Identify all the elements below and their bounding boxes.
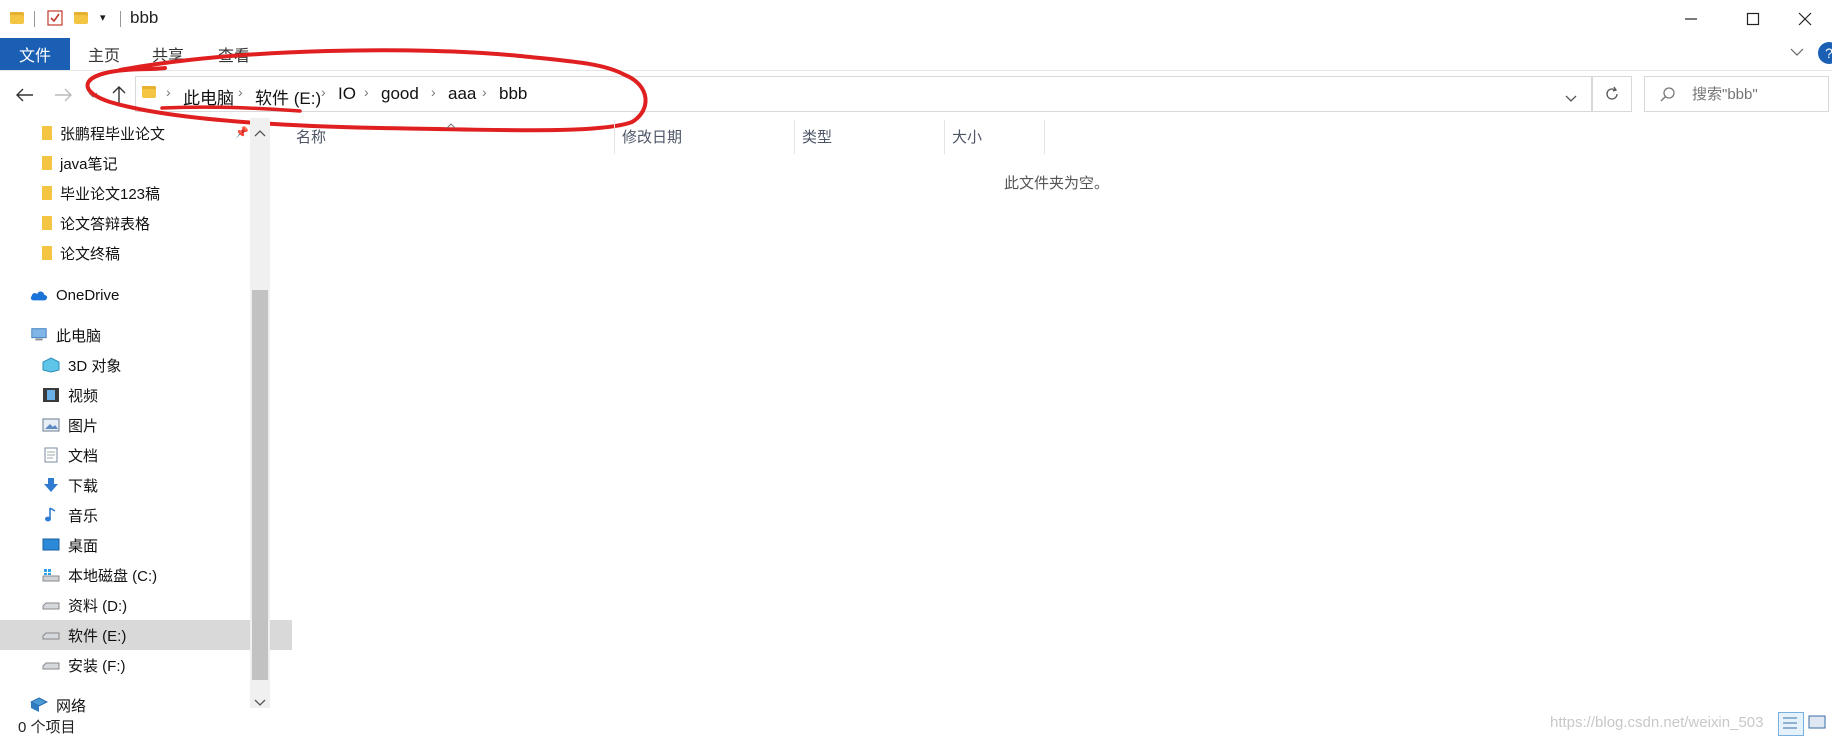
details-view-button[interactable] bbox=[1778, 712, 1804, 736]
film-icon bbox=[43, 388, 59, 402]
sidebar-item-label: 此电脑 bbox=[56, 327, 102, 345]
sidebar-item-label: java笔记 bbox=[60, 155, 118, 173]
sidebar-item-label: 3D 对象 bbox=[68, 357, 122, 375]
sort-indicator-icon bbox=[446, 116, 456, 134]
sidebar-item-pictures[interactable]: 图片 bbox=[0, 410, 292, 440]
desktop-icon bbox=[42, 538, 60, 551]
column-divider[interactable] bbox=[794, 120, 795, 154]
status-item-count: 0 个项目 bbox=[18, 719, 76, 736]
details-view-icon bbox=[1783, 717, 1797, 729]
windows-drive-icon bbox=[42, 569, 60, 582]
column-date-modified[interactable]: 修改日期 bbox=[622, 118, 682, 154]
sidebar-item-drive-e[interactable]: 软件 (E:) bbox=[0, 620, 292, 650]
scroll-down-icon[interactable] bbox=[254, 694, 266, 712]
download-arrow-icon bbox=[44, 478, 58, 492]
sidebar-item-label: 软件 (E:) bbox=[68, 627, 127, 645]
sidebar-item-label: 网络 bbox=[56, 697, 87, 715]
sidebar-item-onedrive[interactable]: OneDrive bbox=[0, 280, 280, 310]
column-divider[interactable] bbox=[944, 120, 945, 154]
sidebar-item-desktop[interactable]: 桌面 bbox=[0, 530, 292, 560]
picture-icon bbox=[42, 418, 60, 432]
sidebar-item-label: 资料 (D:) bbox=[68, 597, 128, 615]
sidebar-item-label: OneDrive bbox=[56, 286, 120, 304]
drive-icon bbox=[42, 632, 60, 640]
sidebar-item-downloads[interactable]: 下载 bbox=[0, 470, 292, 500]
sidebar-item-drive-d[interactable]: 资料 (D:) bbox=[0, 590, 292, 620]
folder-icon bbox=[42, 126, 52, 140]
folder-icon bbox=[42, 246, 52, 260]
large-icons-view-icon bbox=[1808, 715, 1826, 729]
sidebar-item-music[interactable]: 音乐 bbox=[0, 500, 292, 530]
sidebar-item-quick-1[interactable]: java笔记 bbox=[0, 148, 292, 178]
sidebar-item-quick-2[interactable]: 毕业论文123稿 bbox=[0, 178, 292, 208]
sidebar-item-drive-f[interactable]: 安装 (F:) bbox=[0, 650, 292, 680]
sidebar-item-label: 下载 bbox=[68, 477, 99, 495]
sidebar-item-documents[interactable]: 文档 bbox=[0, 440, 292, 470]
computer-icon bbox=[31, 328, 47, 341]
sidebar-item-label: 文档 bbox=[68, 447, 99, 465]
sidebar-item-label: 本地磁盘 (C:) bbox=[68, 567, 158, 585]
drive-icon bbox=[42, 602, 60, 610]
column-divider[interactable] bbox=[1044, 120, 1045, 154]
sidebar-item-label: 论文答辩表格 bbox=[60, 215, 151, 233]
scroll-up-icon[interactable] bbox=[254, 124, 266, 142]
sidebar-item-label: 视频 bbox=[68, 387, 99, 405]
sidebar-item-label: 张鹏程毕业论文 bbox=[60, 125, 166, 143]
sidebar-item-label: 毕业论文123稿 bbox=[60, 185, 161, 203]
watermark: https://blog.csdn.net/weixin_503 bbox=[1550, 714, 1764, 731]
sidebar-item-quick-0[interactable]: 张鹏程毕业论文 bbox=[0, 118, 292, 148]
navigation-pane: 📌 张鹏程毕业论文 java笔记 毕业论文123稿 论文答辩表格 论文终稿 On… bbox=[0, 118, 292, 715]
sidebar-item-videos[interactable]: 视频 bbox=[0, 380, 292, 410]
sidebar-item-label: 桌面 bbox=[68, 537, 99, 555]
folder-icon bbox=[42, 186, 52, 200]
sidebar-item-quick-4[interactable]: 论文终稿 bbox=[0, 238, 292, 268]
drive-icon bbox=[42, 662, 60, 670]
cube-icon bbox=[42, 357, 60, 373]
column-size[interactable]: 大小 bbox=[952, 118, 982, 154]
sidebar-item-this-pc[interactable]: 此电脑 bbox=[0, 320, 280, 350]
column-name[interactable]: 名称 bbox=[296, 118, 326, 154]
sidebar-item-label: 安装 (F:) bbox=[68, 657, 126, 675]
column-divider[interactable] bbox=[614, 120, 615, 154]
sidebar-item-quick-3[interactable]: 论文答辩表格 bbox=[0, 208, 292, 238]
sidebar-item-label: 音乐 bbox=[68, 507, 99, 525]
music-note-icon bbox=[45, 507, 56, 522]
sidebar-item-label: 图片 bbox=[68, 417, 99, 435]
document-icon bbox=[44, 447, 58, 463]
sidebar-item-label: 论文终稿 bbox=[60, 245, 121, 263]
scrollbar-thumb[interactable] bbox=[252, 290, 268, 680]
network-icon bbox=[30, 697, 48, 712]
folder-icon bbox=[42, 156, 52, 170]
large-icons-view-button[interactable] bbox=[1806, 712, 1830, 734]
folder-icon bbox=[42, 216, 52, 230]
sidebar-item-3d-objects[interactable]: 3D 对象 bbox=[0, 350, 292, 380]
sidebar-item-drive-c[interactable]: 本地磁盘 (C:) bbox=[0, 560, 292, 590]
empty-folder-message: 此文件夹为空。 bbox=[1004, 175, 1110, 192]
column-type[interactable]: 类型 bbox=[802, 118, 832, 154]
cloud-icon bbox=[30, 291, 48, 301]
